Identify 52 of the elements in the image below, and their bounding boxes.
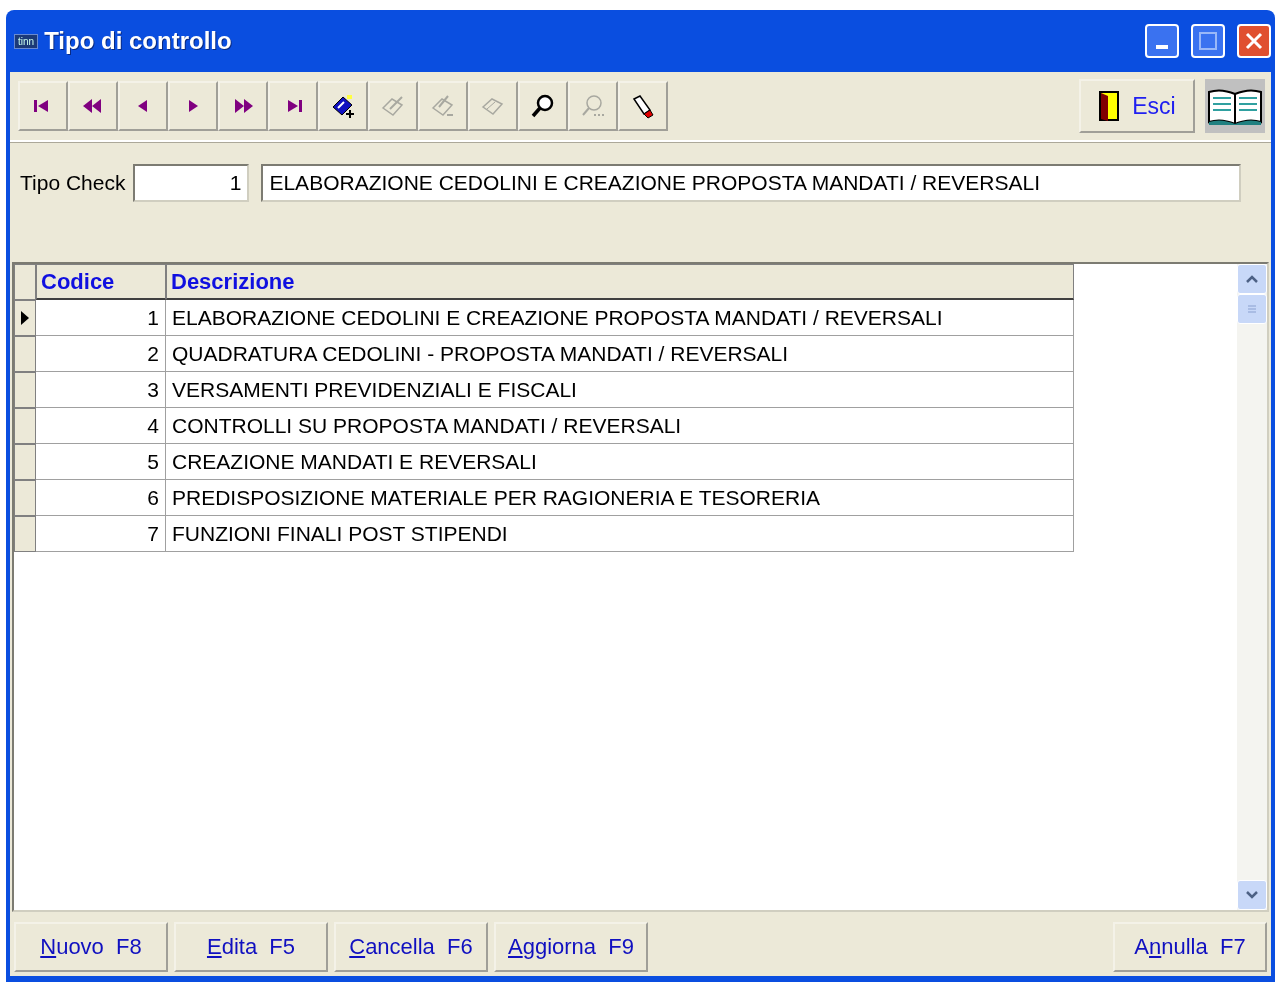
book-icon[interactable] [1207, 86, 1263, 126]
toolbar-button[interactable] [68, 81, 118, 131]
toolbar-button[interactable] [318, 81, 368, 131]
row-pointer-icon [20, 310, 30, 326]
description-field[interactable]: ELABORAZIONE CEDOLINI E CREAZIONE PROPOSTA MANDATI / REVERSALI [261, 164, 1241, 202]
field-label: Tipo Check [20, 171, 126, 195]
column-header[interactable]: Codice [36, 264, 166, 300]
table-cell: FUNZIONI FINALI POST STIPENDI [166, 516, 1074, 552]
minimize-button[interactable] [1145, 24, 1179, 58]
table-cell: CREAZIONE MANDATI E REVERSALI [166, 444, 1074, 480]
table-cell: ELABORAZIONE CEDOLINI E CREAZIONE PROPOSTA MANDATI / REVERSALI [166, 300, 1074, 336]
window-title: Tipo di controllo [44, 27, 233, 55]
action-button[interactable]: Edita F5 [174, 922, 328, 972]
table-cell: PREDISPOSIZIONE MATERIALE PER RAGIONERIA E TESORERIA [166, 480, 1074, 516]
row-selector[interactable] [14, 300, 36, 336]
app-badge: tinn [14, 33, 39, 49]
exit-button[interactable]: Esci [1079, 79, 1195, 133]
table-cell: CONTROLLI SU PROPOSTA MANDATI / REVERSALI [166, 408, 1074, 444]
action-button[interactable]: Nuovo F8 [14, 922, 168, 972]
table-cell: 4 [36, 408, 166, 444]
flashlight-icon [630, 93, 656, 119]
table-cell: 2 [36, 336, 166, 372]
table-cell: 7 [36, 516, 166, 552]
header-corner [14, 264, 36, 300]
scroll-thumb[interactable] [1237, 294, 1267, 324]
cancel-button[interactable]: Annulla F7 [1113, 922, 1267, 972]
toolbar-button[interactable] [618, 81, 668, 131]
search-icon [530, 93, 556, 119]
scroll-down-button[interactable] [1237, 880, 1267, 910]
scroll-up-button[interactable] [1237, 264, 1267, 294]
door-icon [1098, 90, 1121, 122]
toolbar-button[interactable] [268, 81, 318, 131]
table-cell: 6 [36, 480, 166, 516]
code-field[interactable]: 1 [133, 164, 250, 202]
table-cell: VERSAMENTI PREVIDENZIALI E FISCALI [166, 372, 1074, 408]
action-button[interactable]: Aggiorna F9 [494, 922, 648, 972]
maximize-icon [1198, 31, 1218, 51]
close-button[interactable] [1237, 24, 1271, 58]
table-cell: QUADRATURA CEDOLINI - PROPOSTA MANDATI / REVERSALI [166, 336, 1074, 372]
toolbar-button[interactable] [518, 81, 568, 131]
search-more-icon [580, 93, 606, 119]
table-cell: 5 [36, 444, 166, 480]
close-icon [1244, 31, 1264, 51]
toolbar-button[interactable] [218, 81, 268, 131]
action-button[interactable]: Cancella F6 [334, 922, 488, 972]
column-header[interactable]: Descrizione [166, 264, 1074, 300]
new-icon [330, 93, 356, 119]
toolbar-button[interactable] [18, 81, 68, 131]
table-cell: 1 [36, 300, 166, 336]
minimize-icon [1156, 45, 1168, 49]
table-cell: 3 [36, 372, 166, 408]
maximize-button[interactable] [1191, 24, 1225, 58]
